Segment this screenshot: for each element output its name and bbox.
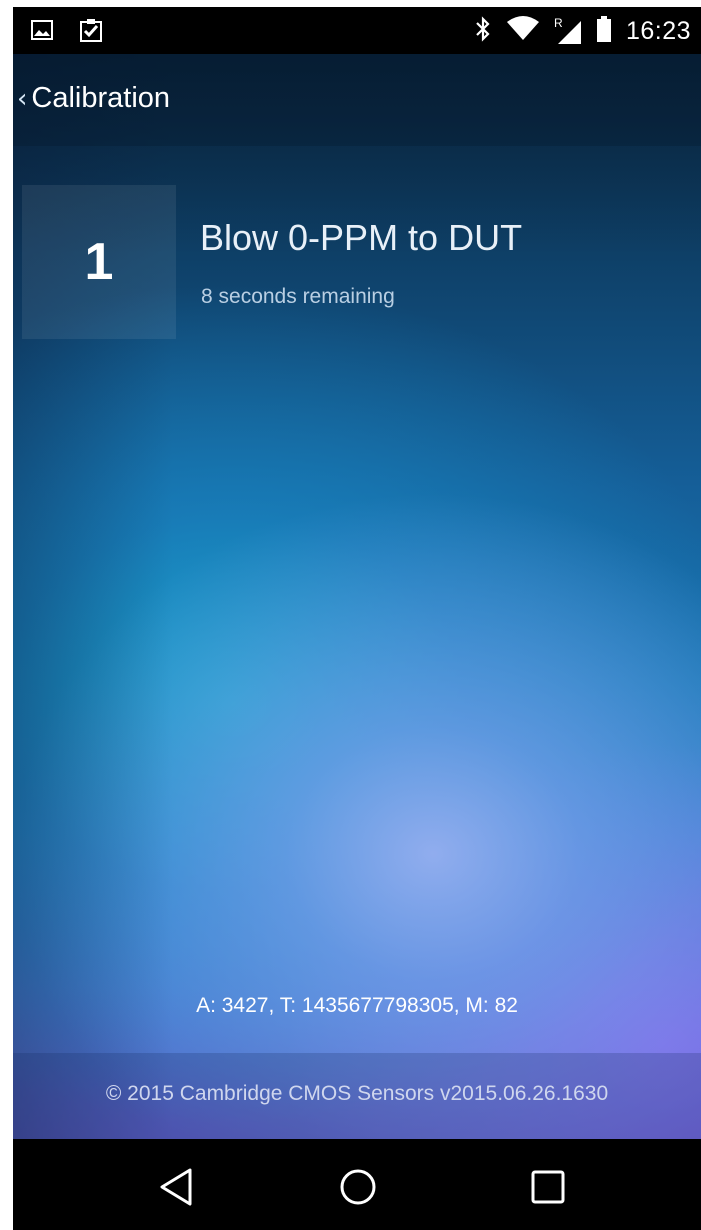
back-button[interactable]: ‹ Calibration (17, 82, 170, 115)
cell-signal-roaming-icon: R (553, 15, 582, 45)
navigation-bar (13, 1139, 701, 1230)
home-nav-icon[interactable] (334, 1163, 382, 1211)
app-header: ‹ Calibration (13, 54, 701, 146)
step-number: 1 (84, 233, 114, 291)
status-bar-system: R 16:23 (474, 15, 691, 48)
battery-icon (596, 15, 612, 48)
gallery-icon (31, 19, 53, 46)
back-nav-icon[interactable] (152, 1163, 200, 1211)
status-bar-notifications (31, 17, 103, 48)
step-countdown: 8 seconds remaining (201, 285, 395, 308)
sensor-readout: A: 3427, T: 1435677798305, M: 82 (196, 994, 518, 1017)
calibration-screen: ‹ Calibration 1 Blow 0-PPM to DUT 8 seco… (13, 54, 701, 1139)
step-title: Blow 0-PPM to DUT (200, 217, 523, 258)
wifi-icon (506, 16, 540, 47)
page-title: Calibration (31, 82, 171, 114)
status-time: 16:23 (625, 17, 691, 45)
phone-screen: R 16:23 ‹ Calibration 1 Blow 0-PPM to DU… (13, 7, 701, 1230)
copyright-version: © 2015 Cambridge CMOS Sensors v2015.06.2… (105, 1082, 609, 1105)
footer: © 2015 Cambridge CMOS Sensors v2015.06.2… (13, 1053, 701, 1139)
clipboard-check-icon (79, 17, 103, 48)
chevron-left-icon: ‹ (17, 83, 28, 114)
recents-nav-icon[interactable] (524, 1163, 572, 1211)
step-number-box: 1 (22, 185, 176, 339)
status-bar: R 16:23 (13, 7, 701, 54)
bluetooth-icon (474, 16, 492, 47)
roaming-label: R (553, 15, 563, 30)
